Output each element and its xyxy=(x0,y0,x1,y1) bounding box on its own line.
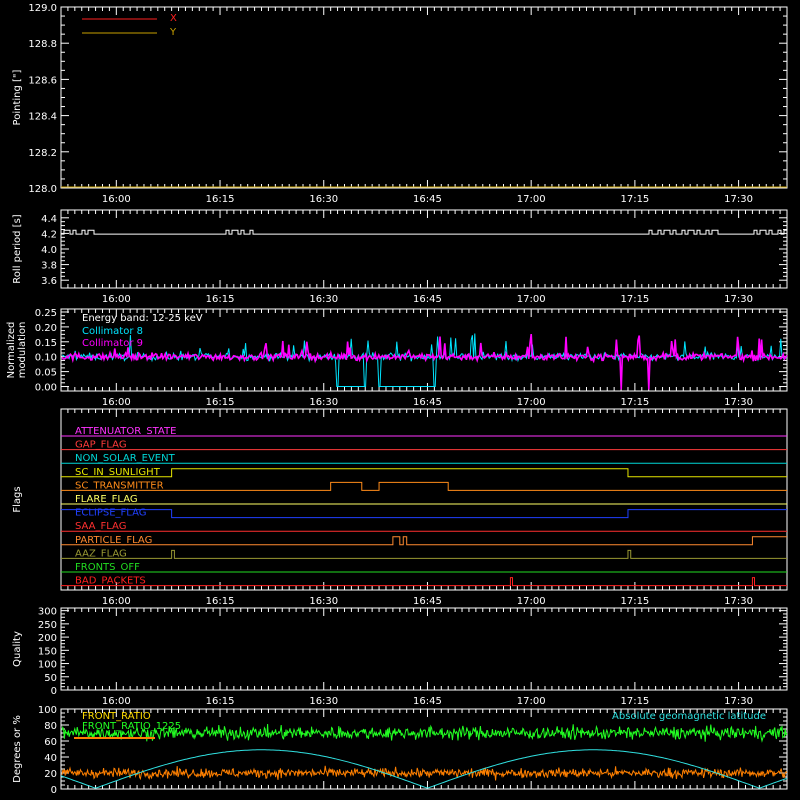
y-axis-label: Degrees or % xyxy=(12,715,23,783)
flag-label: FLARE_FLAG xyxy=(75,494,138,505)
flag-label: GAP_FLAG xyxy=(75,440,127,451)
legend-geomagnetic-latitude: Absolute geomagnetic latitude xyxy=(612,711,766,722)
flag-label: BAD_PACKETS xyxy=(75,576,146,587)
time-tick-label: 16:15 xyxy=(206,696,235,707)
y-axis-label: Pointing ["] xyxy=(12,69,23,125)
time-tick-label: 16:00 xyxy=(102,194,131,205)
time-tick-label: 17:00 xyxy=(517,194,546,205)
time-tick-label: 17:30 xyxy=(724,194,753,205)
y-tick-label: 0 xyxy=(51,686,57,697)
time-tick-label: 16:30 xyxy=(309,397,338,408)
time-tick-label: 16:45 xyxy=(413,294,442,305)
time-tick-label: 16:30 xyxy=(309,294,338,305)
y-tick-label: 50 xyxy=(44,673,57,684)
flag-label: ECLIPSE_FLAG xyxy=(75,508,146,519)
y-tick-label: 40 xyxy=(44,753,57,764)
time-tick-label: 17:00 xyxy=(517,397,546,408)
time-tick-label: 16:45 xyxy=(413,397,442,408)
time-tick-label: 17:15 xyxy=(620,696,649,707)
time-tick-label: 16:30 xyxy=(309,596,338,607)
time-tick-label: 16:15 xyxy=(206,294,235,305)
y-tick-label: 100 xyxy=(38,660,57,671)
y-tick-label: 200 xyxy=(38,633,57,644)
y-axis-label-line: modulation xyxy=(17,322,28,379)
y-tick-label: 128.8 xyxy=(28,39,57,50)
y-tick-label: 0.10 xyxy=(35,353,57,364)
legend-collimator-8: Collimator 8 xyxy=(82,326,143,337)
y-tick-label: 4.0 xyxy=(41,245,57,256)
y-axis-label: Quality xyxy=(12,631,23,667)
legend-collimator-9: Collimator 9 xyxy=(82,338,143,349)
time-tick-label: 16:00 xyxy=(102,294,131,305)
y-axis-label: Normalizedmodulation xyxy=(6,322,28,379)
flag-label: FRONTS_OFF xyxy=(75,562,140,573)
time-tick-label: 17:15 xyxy=(620,294,649,305)
y-tick-label: 0.25 xyxy=(35,308,57,319)
telemetry-figure: 16:00 16:15 16:30 16:45 17:00 17:15 17:30 128.0… xyxy=(0,0,800,800)
flag-label: AAZ_FLAG xyxy=(75,548,127,559)
time-tick-label: 16:15 xyxy=(206,194,235,205)
time-tick-label: 17:15 xyxy=(620,397,649,408)
time-tick-label: 17:00 xyxy=(517,696,546,707)
y-tick-label: 0.00 xyxy=(35,383,57,394)
time-tick-label: 17:15 xyxy=(620,194,649,205)
y-tick-label: 0.15 xyxy=(35,338,57,349)
y-tick-label: 3.6 xyxy=(41,276,57,287)
y-tick-label: 129.0 xyxy=(28,3,57,14)
y-tick-label: 250 xyxy=(38,620,57,631)
time-tick-label: 17:00 xyxy=(517,596,546,607)
time-tick-label: 17:30 xyxy=(724,696,753,707)
flag-label: PARTICLE_FLAG xyxy=(75,535,152,546)
y-tick-label: 0.05 xyxy=(35,368,57,379)
flag-label: SC_TRANSMITTER xyxy=(75,480,164,491)
time-tick-label: 17:30 xyxy=(724,397,753,408)
y-tick-label: 150 xyxy=(38,646,57,657)
flag-label: SAA_FLAG xyxy=(75,521,126,532)
legend-y-label: Y xyxy=(169,27,177,38)
y-axis-label: Roll period [s] xyxy=(12,214,23,283)
time-tick-label: 16:00 xyxy=(102,397,131,408)
time-tick-label: 16:15 xyxy=(206,397,235,408)
time-tick-label: 16:45 xyxy=(413,194,442,205)
time-tick-label: 16:15 xyxy=(206,596,235,607)
y-tick-label: 100 xyxy=(38,705,57,716)
y-tick-label: 80 xyxy=(44,721,57,732)
y-tick-label: 4.4 xyxy=(41,214,57,225)
time-tick-label: 17:30 xyxy=(724,596,753,607)
y-tick-label: 3.8 xyxy=(41,261,57,272)
time-tick-label: 16:00 xyxy=(102,696,131,707)
y-tick-label: 0 xyxy=(51,785,57,796)
y-tick-label: 128.4 xyxy=(28,112,57,123)
y-axis-label-line: Normalized xyxy=(6,322,17,379)
time-tick-label: 16:30 xyxy=(309,696,338,707)
y-tick-label: 0.20 xyxy=(35,323,57,334)
time-tick-label: 16:30 xyxy=(309,194,338,205)
flag-label: NON_SOLAR_EVENT xyxy=(75,453,176,464)
legend-x-label: X xyxy=(170,13,177,24)
time-tick-label: 16:45 xyxy=(413,696,442,707)
time-tick-label: 17:00 xyxy=(517,294,546,305)
y-tick-label: 128.0 xyxy=(28,184,57,195)
flag-label: ATTENUATOR_STATE xyxy=(75,426,176,437)
time-tick-label: 17:15 xyxy=(620,596,649,607)
time-tick-label: 16:00 xyxy=(102,596,131,607)
y-axis-label: Flags xyxy=(12,486,23,512)
y-tick-label: 4.2 xyxy=(41,229,57,240)
y-tick-label: 128.2 xyxy=(28,148,57,159)
y-tick-label: 128.6 xyxy=(28,75,57,86)
energy-band-annotation: Energy band: 12-25 keV xyxy=(82,313,203,324)
y-tick-label: 60 xyxy=(44,737,57,748)
flag-label: SC_IN_SUNLIGHT xyxy=(75,467,161,478)
y-tick-label: 20 xyxy=(44,769,57,780)
y-tick-label: 300 xyxy=(38,607,57,618)
time-tick-label: 16:45 xyxy=(413,596,442,607)
legend-front-ratio-1225: FRONT_RATIO_1225 xyxy=(82,721,181,732)
time-tick-label: 17:30 xyxy=(724,294,753,305)
